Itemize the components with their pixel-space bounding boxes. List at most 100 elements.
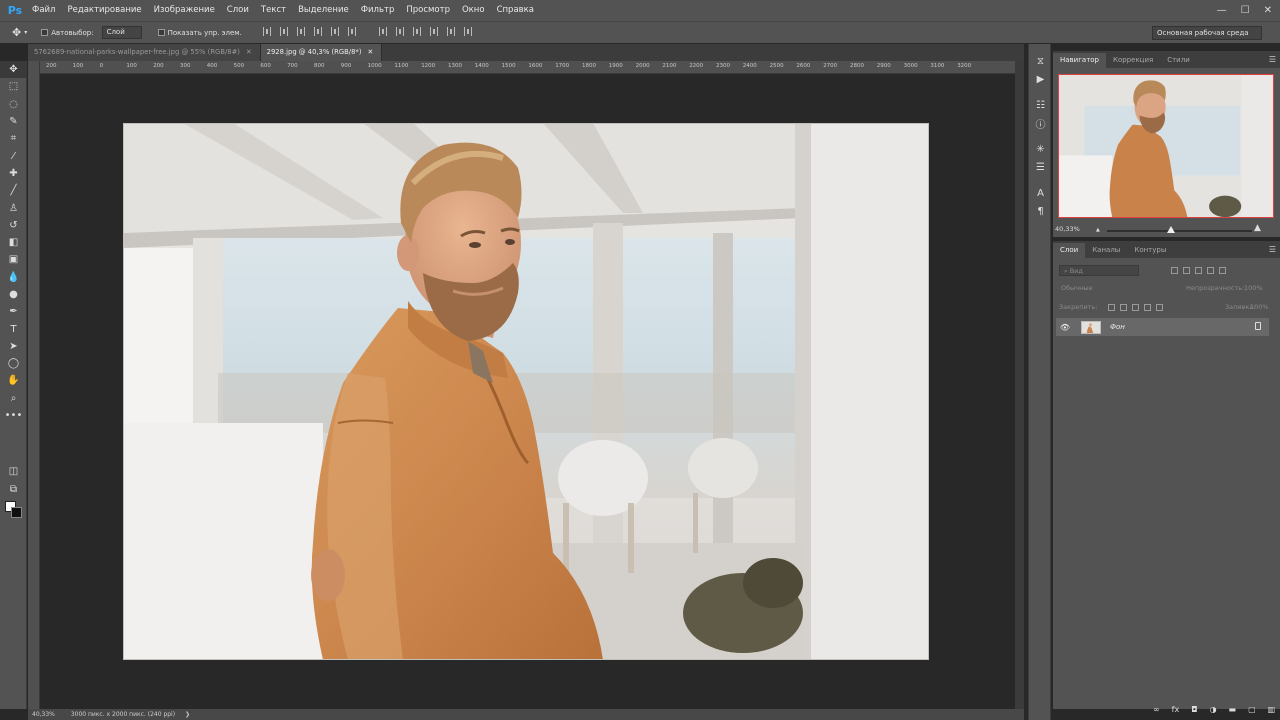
eyedropper-tool-icon[interactable]: ⁄ (0, 147, 27, 164)
crop-tool-icon[interactable]: ⌗ (0, 130, 27, 147)
lasso-tool-icon[interactable]: ◌ (0, 96, 27, 113)
align-left-icon[interactable] (313, 27, 322, 36)
lock-all-icon[interactable] (1155, 303, 1163, 311)
quick-select-tool-icon[interactable]: ✎ (0, 113, 27, 130)
zoom-in-icon[interactable]: ▲ (1254, 223, 1261, 233)
clone-stamp-tool-icon[interactable]: ♙ (0, 199, 27, 216)
workspace-select[interactable]: Основная рабочая среда (1152, 26, 1262, 40)
layer-filter-search[interactable]: ⌕ Вид (1059, 265, 1139, 276)
filter-smart-icon[interactable] (1219, 266, 1226, 274)
dodge-tool-icon[interactable]: ● (0, 286, 27, 303)
align-hcenter-icon[interactable] (330, 27, 339, 36)
quick-mask-icon[interactable]: ◫ (0, 463, 27, 480)
folder-icon[interactable]: ▬ (1229, 705, 1237, 714)
layer-name[interactable]: Фон (1110, 323, 1125, 331)
distribute-left-icon[interactable] (430, 27, 439, 36)
menu-window[interactable]: Окно (456, 0, 491, 21)
tab-navigator[interactable]: Навигатор (1053, 53, 1106, 68)
lock-position-icon[interactable] (1131, 303, 1139, 311)
history-brush-tool-icon[interactable]: ↺ (0, 217, 27, 234)
history-icon[interactable]: ⧖ (1029, 52, 1052, 70)
navigator-preview[interactable] (1058, 74, 1274, 218)
pen-tool-icon[interactable]: ✒ (0, 303, 27, 320)
fill-value[interactable]: 100% (1250, 303, 1269, 311)
blur-tool-icon[interactable]: 💧 (0, 269, 27, 286)
photoshop-logo[interactable]: Ps (4, 0, 26, 21)
close-button[interactable]: ✕ (1264, 5, 1272, 16)
panel-menu-icon[interactable]: ☰ (1269, 245, 1276, 254)
lock-pixels-icon[interactable] (1119, 303, 1127, 311)
status-zoom[interactable]: 40,33% (32, 711, 55, 718)
tab-layers[interactable]: Слои (1053, 243, 1086, 258)
brush-tool-icon[interactable]: ╱ (0, 182, 27, 199)
close-icon[interactable]: ✕ (367, 48, 373, 56)
zoom-slider[interactable] (1107, 230, 1252, 232)
info-icon[interactable]: ⓘ (1029, 114, 1052, 132)
align-right-icon[interactable] (347, 27, 356, 36)
menu-image[interactable]: Изображение (148, 0, 221, 21)
distribute-hcenter-icon[interactable] (447, 27, 456, 36)
menu-layer[interactable]: Слои (221, 0, 255, 21)
paragraph-icon[interactable]: ¶ (1029, 202, 1052, 220)
brush-presets-icon[interactable]: ✳ (1029, 140, 1052, 158)
tab-channels[interactable]: Каналы (1085, 243, 1127, 258)
new-layer-icon[interactable]: ▢ (1248, 705, 1256, 714)
vertical-scrollbar[interactable] (1015, 61, 1024, 709)
move-tool-icon[interactable]: ✥ (0, 61, 27, 79)
distribute-bottom-icon[interactable] (413, 27, 422, 36)
ellipse-tool-icon[interactable]: ◯ (0, 355, 27, 372)
eye-icon[interactable]: 👁 (1058, 323, 1072, 332)
type-tool-icon[interactable]: T (0, 320, 27, 337)
minimize-button[interactable]: — (1217, 5, 1227, 16)
menu-view[interactable]: Просмотр (400, 0, 456, 21)
align-vcenter-icon[interactable] (279, 27, 288, 36)
tab-styles[interactable]: Стили (1160, 53, 1197, 68)
zoom-slider-handle[interactable] (1167, 226, 1175, 233)
menu-edit[interactable]: Редактирование (61, 0, 147, 21)
tab-national-parks[interactable]: 5762689-national-parks-wallpaper-free.jp… (28, 44, 261, 61)
marquee-tool-icon[interactable]: ⬚ (0, 78, 27, 95)
navigator-zoom-value[interactable]: 40,33% (1055, 225, 1080, 233)
lock-artboard-icon[interactable] (1143, 303, 1151, 311)
lock-transparency-icon[interactable] (1107, 303, 1115, 311)
fx-icon[interactable]: fx (1172, 705, 1180, 714)
screen-mode-icon[interactable]: ⧉ (0, 481, 27, 498)
filter-shape-icon[interactable] (1207, 266, 1214, 274)
align-top-icon[interactable] (262, 27, 271, 36)
chevron-down-icon[interactable]: ▾ (24, 29, 27, 36)
blend-mode-select[interactable]: Обычные (1061, 284, 1092, 292)
menu-filter[interactable]: Фильтр (355, 0, 401, 21)
mask-icon[interactable]: ◘ (1191, 705, 1197, 714)
path-selection-tool-icon[interactable]: ➤ (0, 338, 27, 355)
opacity-value[interactable]: 100% (1244, 284, 1263, 292)
autoselect-select[interactable]: Слой (101, 26, 142, 39)
autoselect-checkbox[interactable]: Автовыбор: (41, 29, 94, 37)
properties-icon[interactable]: ☷ (1029, 96, 1052, 114)
hand-tool-icon[interactable]: ✋ (0, 372, 27, 389)
distribute-right-icon[interactable] (464, 27, 473, 36)
more-tools-icon[interactable]: ••• (0, 407, 27, 424)
link-icon[interactable]: ∞ (1153, 705, 1160, 714)
filter-adjustment-icon[interactable] (1183, 266, 1190, 274)
distribute-vcenter-icon[interactable] (396, 27, 405, 36)
move-tool-icon[interactable]: ✥ (12, 26, 21, 39)
maximize-button[interactable]: ☐ (1241, 5, 1250, 16)
panel-menu-icon[interactable]: ☰ (1269, 55, 1276, 64)
menu-type[interactable]: Текст (255, 0, 292, 21)
brush-settings-icon[interactable]: ☰ (1029, 158, 1052, 176)
zoom-out-icon[interactable]: ▲ (1096, 227, 1100, 233)
align-bottom-icon[interactable] (296, 27, 305, 36)
show-transform-checkbox[interactable]: Показать упр. элем. (157, 29, 242, 37)
healing-brush-tool-icon[interactable]: ✚ (0, 165, 27, 182)
tab-paths[interactable]: Контуры (1127, 243, 1173, 258)
zoom-tool-icon[interactable]: ⌕ (0, 390, 27, 407)
distribute-top-icon[interactable] (379, 27, 388, 36)
gradient-tool-icon[interactable]: ▣ (0, 251, 27, 268)
filter-pixel-icon[interactable] (1171, 266, 1178, 274)
background-color-swatch[interactable] (11, 507, 22, 518)
menu-help[interactable]: Справка (491, 0, 540, 21)
close-icon[interactable]: ✕ (246, 48, 252, 56)
filter-type-icon[interactable] (1195, 266, 1202, 274)
character-icon[interactable]: A (1029, 184, 1052, 202)
tab-adjustments[interactable]: Коррекция (1106, 53, 1160, 68)
